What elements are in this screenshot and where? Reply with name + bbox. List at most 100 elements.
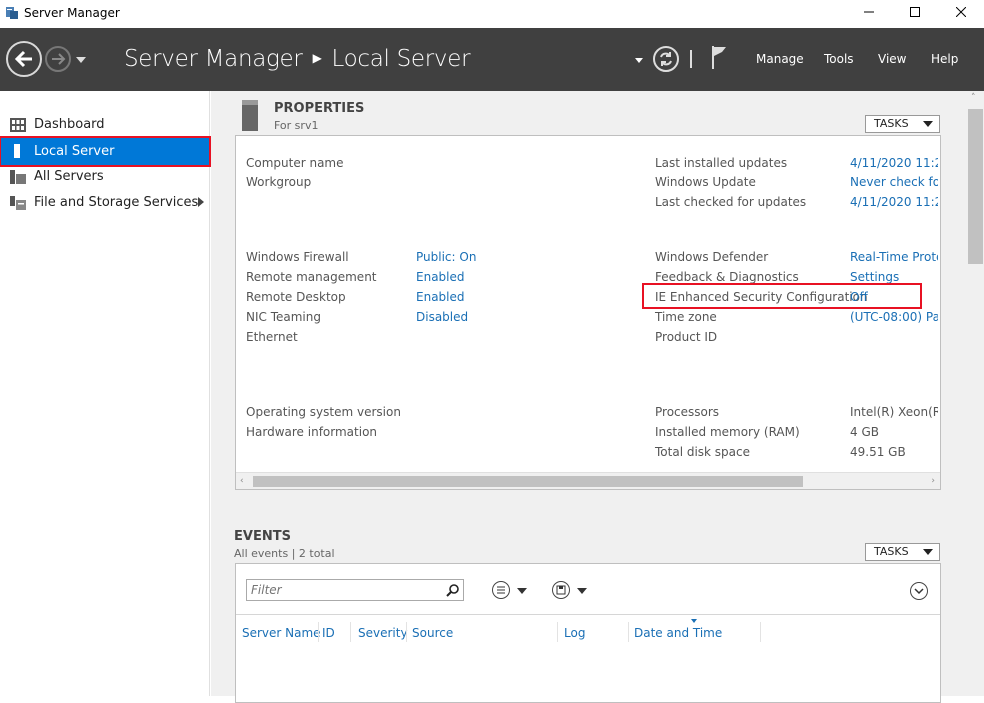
value-processors: Intel(R) Xeon(R) C <box>850 405 938 419</box>
save-query-dropdown-icon[interactable] <box>577 588 587 594</box>
sidebar-item-label: All Servers <box>34 169 104 184</box>
sidebar: Dashboard Local Server All Servers File … <box>0 91 211 696</box>
list-view-button[interactable] <box>492 581 510 599</box>
menu-manage[interactable]: Manage <box>756 52 804 66</box>
scrollbar-thumb[interactable] <box>253 476 803 487</box>
column-source[interactable]: Source <box>412 626 453 640</box>
value-feedback-diagnostics[interactable]: Settings <box>850 270 938 284</box>
value-remote-management[interactable]: Enabled <box>416 270 465 284</box>
column-log[interactable]: Log <box>564 626 585 640</box>
header-divider <box>690 50 692 68</box>
menu-tools[interactable]: Tools <box>824 52 854 66</box>
tasks-dropdown-icon <box>923 549 933 555</box>
prop-windows-firewall: Windows Firewall <box>246 250 349 264</box>
column-separator <box>760 622 761 642</box>
column-severity[interactable]: Severity <box>358 626 408 640</box>
expand-button[interactable] <box>910 582 928 600</box>
prop-remote-desktop: Remote Desktop <box>246 290 346 304</box>
events-panel: Server Name ID Severity Source Log Date … <box>235 563 941 703</box>
sidebar-item-all-servers[interactable]: All Servers <box>0 164 210 190</box>
prop-feedback-diagnostics: Feedback & Diagnostics <box>655 270 799 284</box>
prop-hardware-info: Hardware information <box>246 425 378 439</box>
sort-indicator-icon <box>691 619 697 623</box>
value-nic-teaming[interactable]: Disabled <box>416 310 468 324</box>
value-installed-memory: 4 GB <box>850 425 879 439</box>
prop-last-installed-updates: Last installed updates <box>655 156 788 170</box>
minimize-button[interactable] <box>846 0 892 28</box>
tasks-label: TASKS <box>874 117 909 130</box>
breadcrumb-root[interactable]: Server Manager <box>124 46 303 72</box>
prop-workgroup: Workgroup <box>246 175 312 189</box>
events-title: EVENTS <box>234 529 291 544</box>
chevron-down-icon <box>914 588 924 595</box>
back-button[interactable] <box>6 41 42 77</box>
save-query-button[interactable] <box>552 581 570 599</box>
prop-nic-teaming: NIC Teaming <box>246 310 321 324</box>
tasks-dropdown-icon <box>923 121 933 127</box>
search-icon[interactable] <box>446 583 460 597</box>
scroll-left-icon[interactable]: ‹ <box>240 476 244 486</box>
list-view-dropdown-icon[interactable] <box>517 588 527 594</box>
column-date-time[interactable]: Date and Time <box>634 626 722 640</box>
prop-computer-name: Computer name <box>246 156 344 170</box>
tasks-label: TASKS <box>874 545 909 558</box>
save-icon <box>556 585 566 595</box>
prop-os-version: Operating system version <box>246 405 401 419</box>
forward-button[interactable] <box>45 46 71 72</box>
sidebar-item-local-server[interactable]: Local Server <box>0 136 211 167</box>
value-time-zone[interactable]: (UTC-08:00) Pacifi <box>850 310 938 324</box>
properties-horizontal-scrollbar[interactable]: ‹ › <box>236 472 940 489</box>
header-bar: Server Manager ▶ Local Server Manage Tools… <box>0 28 984 91</box>
servers-icon <box>10 170 26 184</box>
notifications-button[interactable] <box>711 44 729 73</box>
window-title: Server Manager <box>24 6 120 20</box>
events-filter-input[interactable] <box>246 579 464 601</box>
close-button[interactable] <box>938 0 984 28</box>
sidebar-item-file-storage[interactable]: File and Storage Services <box>0 190 210 216</box>
value-windows-firewall[interactable]: Public: On <box>416 250 476 264</box>
properties-title: PROPERTIES <box>274 101 365 116</box>
prop-total-disk-space: Total disk space <box>655 445 751 459</box>
server-manager-app-icon <box>6 7 18 19</box>
flag-icon <box>712 46 726 69</box>
sidebar-item-label: Local Server <box>34 144 115 159</box>
events-subtitle: All events | 2 total <box>234 547 335 560</box>
prop-windows-defender: Windows Defender <box>655 250 769 264</box>
properties-server-icon <box>242 100 258 131</box>
storage-icon <box>10 196 26 210</box>
maximize-button[interactable] <box>892 0 938 28</box>
sidebar-item-label: Dashboard <box>34 117 105 132</box>
value-last-checked-updates[interactable]: 4/11/2020 11:28 <box>850 195 938 209</box>
scroll-up-icon[interactable]: ˄ <box>971 93 976 103</box>
dashboard-icon <box>10 118 26 132</box>
expand-chevron-icon[interactable] <box>198 197 204 207</box>
sidebar-item-label: File and Storage Services <box>34 195 199 210</box>
value-last-installed-updates[interactable]: 4/11/2020 11:28 <box>850 156 938 170</box>
prop-product-id: Product ID <box>655 330 718 344</box>
close-icon <box>955 6 967 18</box>
properties-tasks-button[interactable]: TASKS <box>865 115 940 133</box>
column-id[interactable]: ID <box>322 626 335 640</box>
menu-help[interactable]: Help <box>931 52 958 66</box>
refresh-dropdown-icon[interactable] <box>635 58 643 63</box>
column-server-name[interactable]: Server Name <box>242 626 321 640</box>
breadcrumb-current: Local Server <box>331 46 471 72</box>
content-vertical-scrollbar[interactable]: ˄ <box>967 91 984 696</box>
value-total-disk-space: 49.51 GB <box>850 445 906 459</box>
forward-arrow-icon <box>52 53 66 65</box>
refresh-button[interactable] <box>653 46 679 72</box>
history-dropdown-icon[interactable] <box>76 57 86 63</box>
events-tasks-button[interactable]: TASKS <box>865 543 940 561</box>
value-windows-update[interactable]: Never check for u <box>850 175 938 189</box>
scroll-right-icon[interactable]: › <box>931 476 935 486</box>
highlight-ie-esc <box>642 283 922 309</box>
value-remote-desktop[interactable]: Enabled <box>416 290 465 304</box>
menu-view[interactable]: View <box>878 52 906 66</box>
column-separator <box>350 622 351 642</box>
back-arrow-icon <box>14 50 32 68</box>
properties-panel: Computer name Workgroup Windows Firewall… <box>235 135 941 490</box>
value-windows-defender[interactable]: Real-Time Protec <box>850 250 938 264</box>
breadcrumb-separator-icon: ▶ <box>312 51 322 65</box>
sidebar-item-dashboard[interactable]: Dashboard <box>0 112 210 138</box>
scrollbar-thumb[interactable] <box>968 109 983 264</box>
